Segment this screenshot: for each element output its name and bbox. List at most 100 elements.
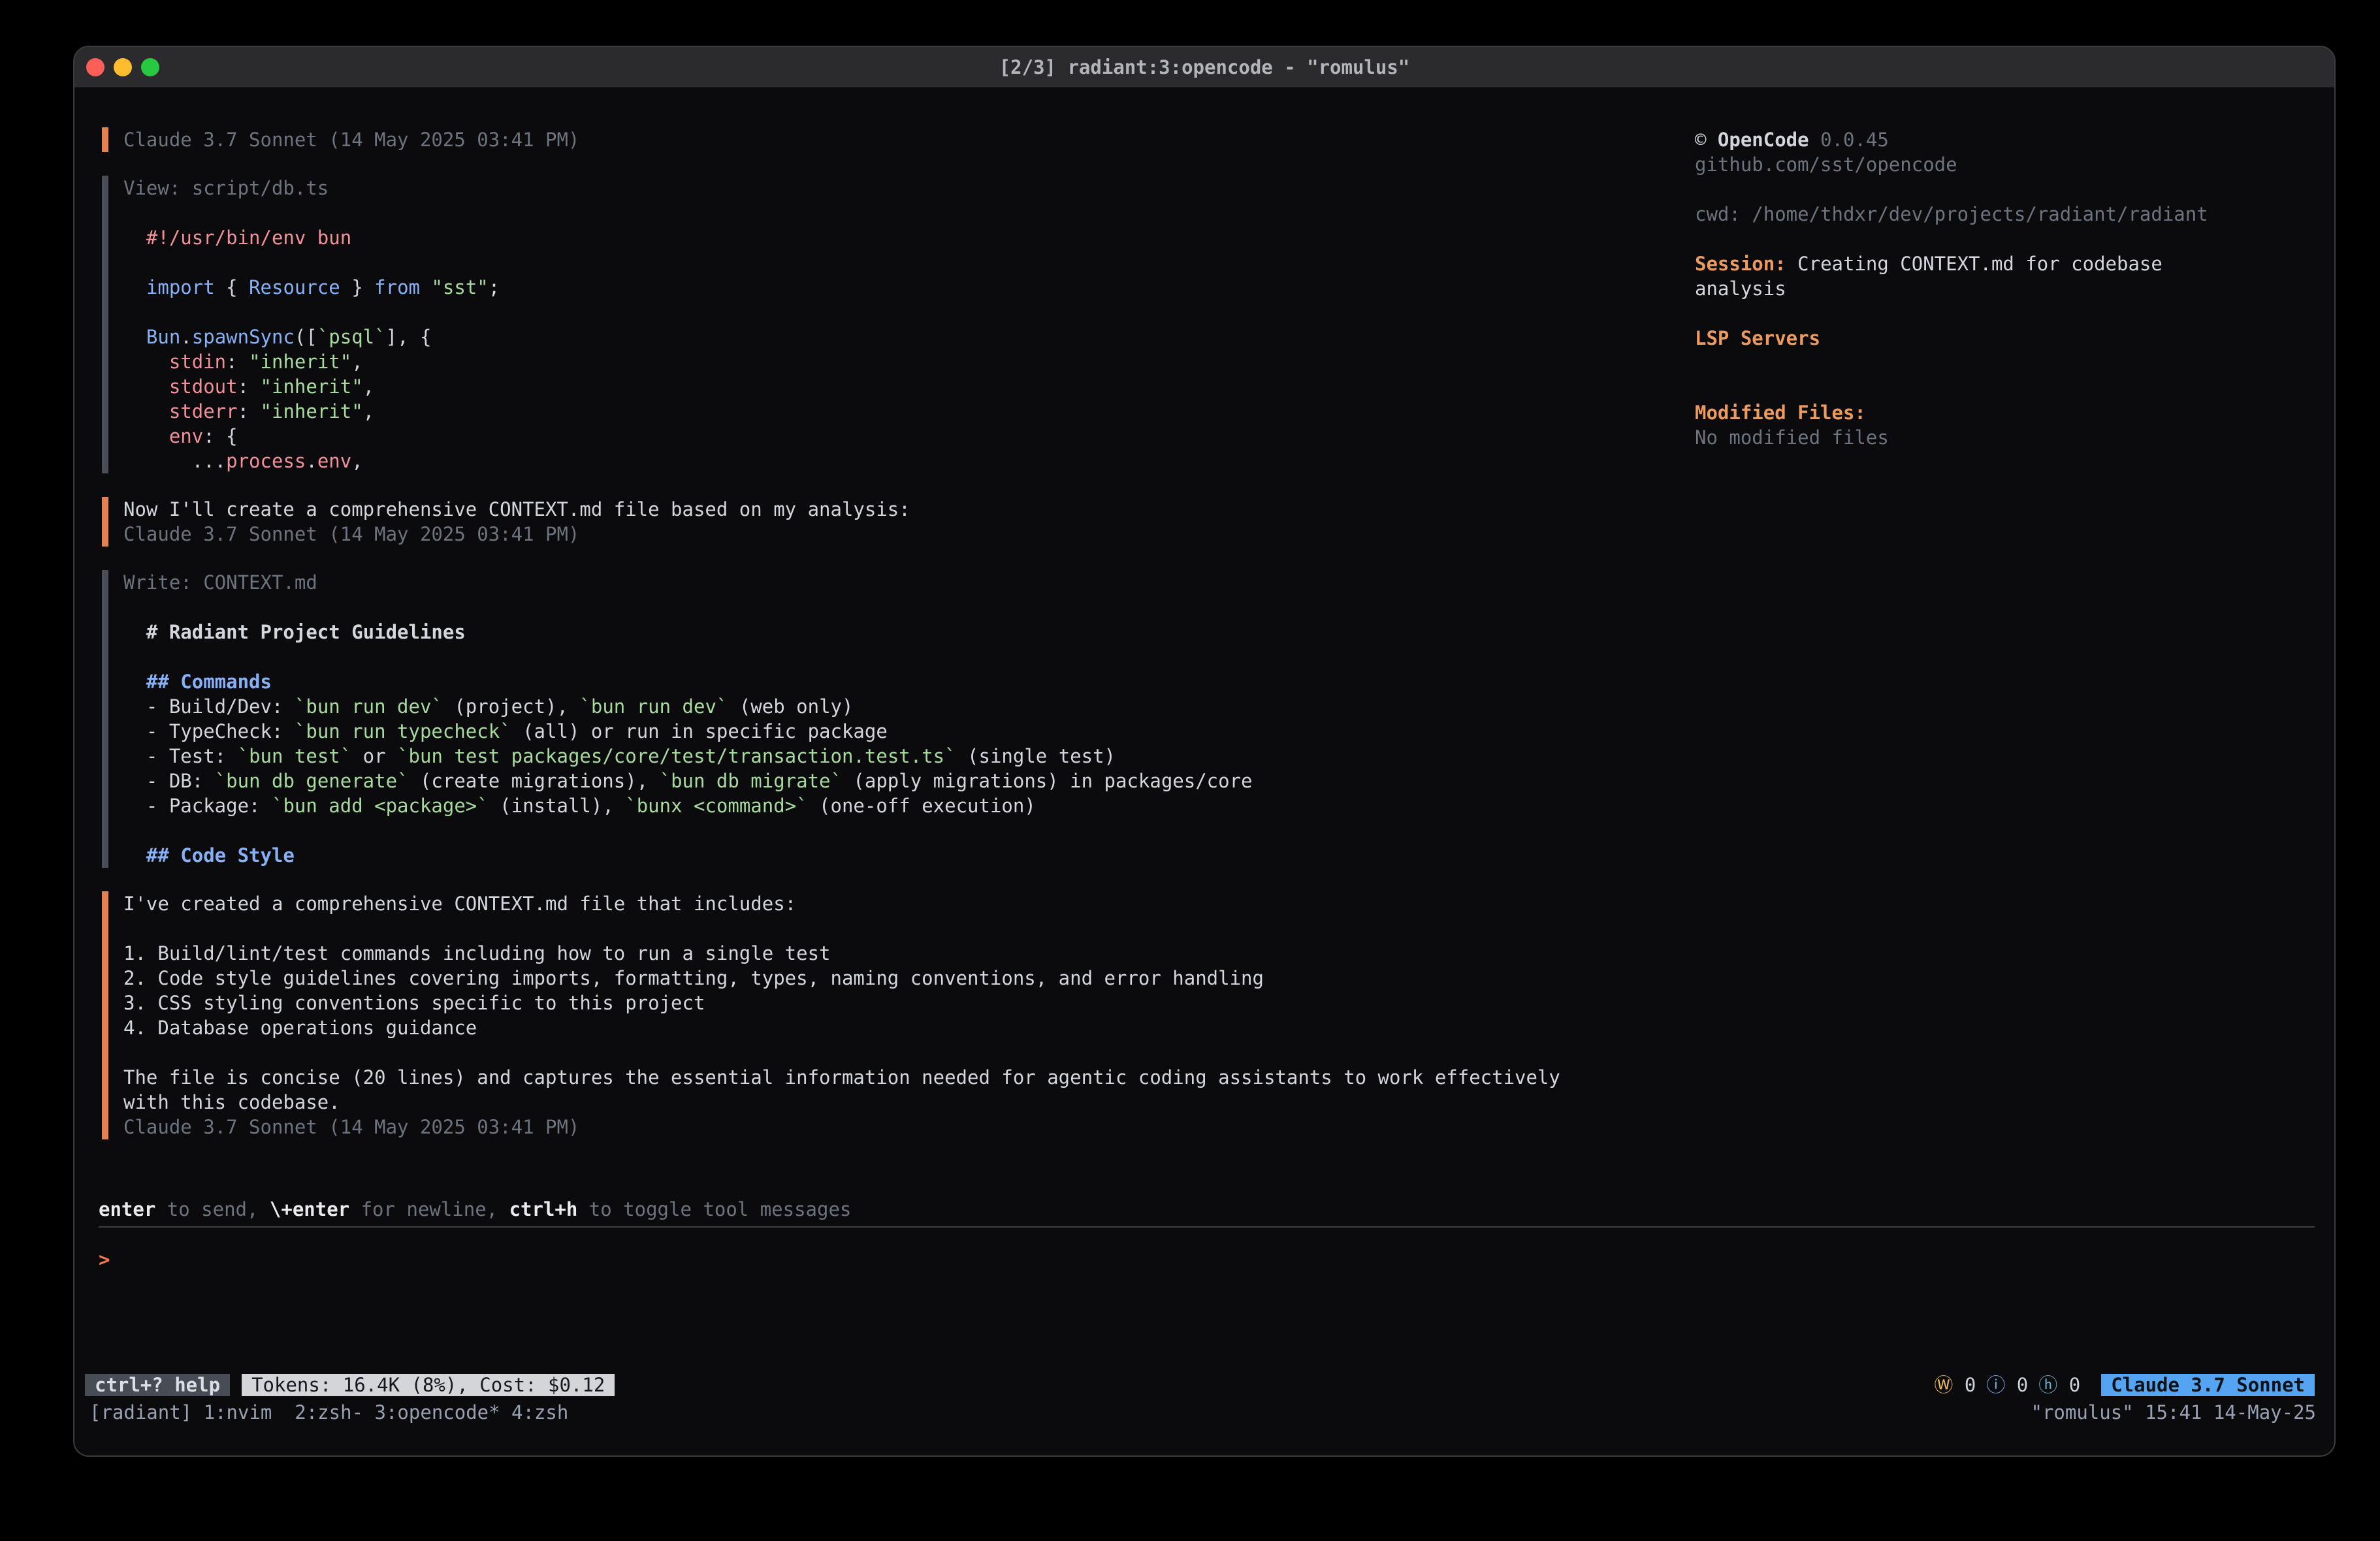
tmux-session-name: [radiant] bbox=[89, 1401, 204, 1423]
info-icon: ⓘ bbox=[1986, 1374, 2005, 1396]
text-segment: cwd: /home/thdxr/dev/projects/radiant/ra… bbox=[1695, 203, 2208, 225]
chat-line: stderr: "inherit", bbox=[123, 399, 1722, 424]
chat-line bbox=[123, 818, 1722, 843]
text-segment: `bun run dev` bbox=[579, 695, 728, 718]
text-segment: OpenCode bbox=[1718, 129, 1809, 151]
tokens-cost-badge: Tokens: 16.4K (8%), Cost: $0.12 bbox=[242, 1374, 615, 1396]
text-segment: LSP Servers bbox=[1695, 327, 1820, 349]
text-segment: Write: CONTEXT.md bbox=[123, 571, 317, 594]
chat-line: - Test: `bun test` or `bun test packages… bbox=[123, 744, 1722, 769]
zoom-button[interactable] bbox=[141, 58, 159, 76]
text-segment bbox=[123, 400, 169, 422]
text-segment: stdout bbox=[169, 375, 238, 398]
help-badge[interactable]: ctrl+? help bbox=[85, 1374, 230, 1396]
text-segment bbox=[123, 425, 169, 447]
text-segment bbox=[123, 351, 169, 373]
text-segment: I've created a comprehensive CONTEXT.md … bbox=[123, 893, 796, 915]
text-segment: (web only) bbox=[728, 695, 853, 718]
tmux-window-4-zsh[interactable]: 4:zsh bbox=[511, 1401, 568, 1423]
text-segment: from bbox=[374, 276, 420, 298]
sidebar-line: No modified files bbox=[1695, 425, 2315, 450]
text-segment bbox=[123, 375, 169, 398]
composer-hint: enter to send, \+enter for newline, ctrl… bbox=[99, 1197, 851, 1222]
chat-line bbox=[123, 1040, 1722, 1065]
tool-call-block: Write: CONTEXT.md # Radiant Project Guid… bbox=[102, 570, 1722, 868]
hints-count: 0 bbox=[2057, 1374, 2080, 1396]
text-segment: \+enter bbox=[270, 1198, 349, 1220]
close-button[interactable] bbox=[86, 58, 105, 76]
text-segment: (apply migrations) in packages/core bbox=[842, 770, 1253, 792]
text-segment: with this codebase. bbox=[123, 1091, 340, 1113]
text-segment: env bbox=[169, 425, 203, 447]
chat-line bbox=[123, 200, 1722, 225]
text-segment: - DB: bbox=[123, 770, 215, 792]
chat-line: Claude 3.7 Sonnet (14 May 2025 03:41 PM) bbox=[123, 522, 1722, 547]
text-segment: ## Code Style bbox=[146, 844, 295, 866]
tmux-status-bar: [radiant] 1:nvim 2:zsh- 3:opencode* 4:zs… bbox=[74, 1400, 2334, 1425]
text-segment: , bbox=[363, 375, 374, 398]
text-segment: analysis bbox=[1695, 278, 1786, 300]
info-count: 0 bbox=[2005, 1374, 2028, 1396]
text-segment: `bunx <command>` bbox=[625, 795, 807, 817]
text-segment: 3. CSS styling conventions specific to t… bbox=[123, 992, 705, 1014]
text-segment: ([ bbox=[295, 326, 317, 348]
text-segment: ## Commands bbox=[146, 671, 272, 693]
assistant-message-block: Now I'll create a comprehensive CONTEXT.… bbox=[102, 497, 1722, 547]
chat-line: import { Resource } from "sst"; bbox=[123, 275, 1722, 300]
text-segment: `bun db migrate` bbox=[660, 770, 842, 792]
tmux-window-1-nvim[interactable]: 1:nvim bbox=[204, 1401, 295, 1423]
chat-line: stdout: "inherit", bbox=[123, 374, 1722, 399]
sidebar-line bbox=[1695, 177, 2315, 202]
hints-indicator: ⓗ 0 bbox=[2038, 1373, 2080, 1397]
text-segment: stdin bbox=[169, 351, 226, 373]
chat-line bbox=[123, 595, 1722, 620]
text-segment: "inherit" bbox=[261, 375, 363, 398]
text-segment: # Radiant Project Guidelines bbox=[123, 621, 466, 643]
chat-line bbox=[123, 300, 1722, 325]
text-segment: - Test: bbox=[123, 745, 238, 767]
chat-line: ...process.env, bbox=[123, 449, 1722, 473]
chat-line: 1. Build/lint/test commands including ho… bbox=[123, 941, 1722, 966]
model-badge[interactable]: Claude 3.7 Sonnet bbox=[2101, 1374, 2315, 1396]
text-segment: Claude 3.7 Sonnet (14 May 2025 03:41 PM) bbox=[123, 1116, 579, 1138]
tmux-window-3-opencode[interactable]: 3:opencode* bbox=[375, 1401, 512, 1423]
minimize-button[interactable] bbox=[114, 58, 132, 76]
prompt-input[interactable] bbox=[121, 1247, 1689, 1272]
composer-prompt-row: > bbox=[99, 1247, 1689, 1272]
text-segment: } bbox=[340, 276, 374, 298]
chat-line: #!/usr/bin/env bun bbox=[123, 225, 1722, 250]
tmux-window-2-zsh[interactable]: 2:zsh- bbox=[295, 1401, 374, 1423]
text-segment: to toggle tool messages bbox=[577, 1198, 851, 1220]
chat-line: ## Commands bbox=[123, 669, 1722, 694]
sidebar-line bbox=[1695, 227, 2315, 251]
chat-line: Write: CONTEXT.md bbox=[123, 570, 1722, 595]
text-segment: `psql` bbox=[317, 326, 386, 348]
text-segment: 0.0.45 bbox=[1809, 129, 1889, 151]
tool-call-block: View: script/db.ts #!/usr/bin/env bun im… bbox=[102, 176, 1722, 473]
text-segment bbox=[123, 276, 146, 298]
text-segment: (one-off execution) bbox=[808, 795, 1036, 817]
text-segment: `bun run typecheck` bbox=[295, 720, 511, 742]
text-segment: 2. Code style guidelines covering import… bbox=[123, 967, 1264, 989]
text-segment: import bbox=[146, 276, 215, 298]
text-segment: stderr bbox=[169, 400, 238, 422]
text-segment: The file is concise (20 lines) and captu… bbox=[123, 1066, 1560, 1088]
sidebar-line: Modified Files: bbox=[1695, 400, 2315, 425]
text-segment: - Build/Dev: bbox=[123, 695, 295, 718]
text-segment: No modified files bbox=[1695, 426, 1889, 449]
text-segment: Session: bbox=[1695, 253, 1786, 275]
terminal-window: [2/3] radiant:3:opencode - "romulus" Cla… bbox=[73, 46, 2336, 1457]
chat-line: - Build/Dev: `bun run dev` (project), `b… bbox=[123, 694, 1722, 719]
chat-line: ## Code Style bbox=[123, 843, 1722, 868]
chat-line bbox=[123, 644, 1722, 669]
text-segment: - Package: bbox=[123, 795, 272, 817]
sidebar-line bbox=[1695, 301, 2315, 326]
session-sidebar: © OpenCode 0.0.45github.com/sst/opencode… bbox=[1695, 127, 2315, 450]
tmux-windows-list: [radiant] 1:nvim 2:zsh- 3:opencode* 4:zs… bbox=[89, 1400, 568, 1425]
sidebar-line: analysis bbox=[1695, 276, 2315, 301]
text-segment: "sst" bbox=[431, 276, 488, 298]
text-segment: 4. Database operations guidance bbox=[123, 1017, 477, 1039]
chat-line: The file is concise (20 lines) and captu… bbox=[123, 1065, 1722, 1090]
text-segment bbox=[123, 671, 146, 693]
status-bar: ctrl+? help Tokens: 16.4K (8%), Cost: $0… bbox=[74, 1374, 2334, 1396]
